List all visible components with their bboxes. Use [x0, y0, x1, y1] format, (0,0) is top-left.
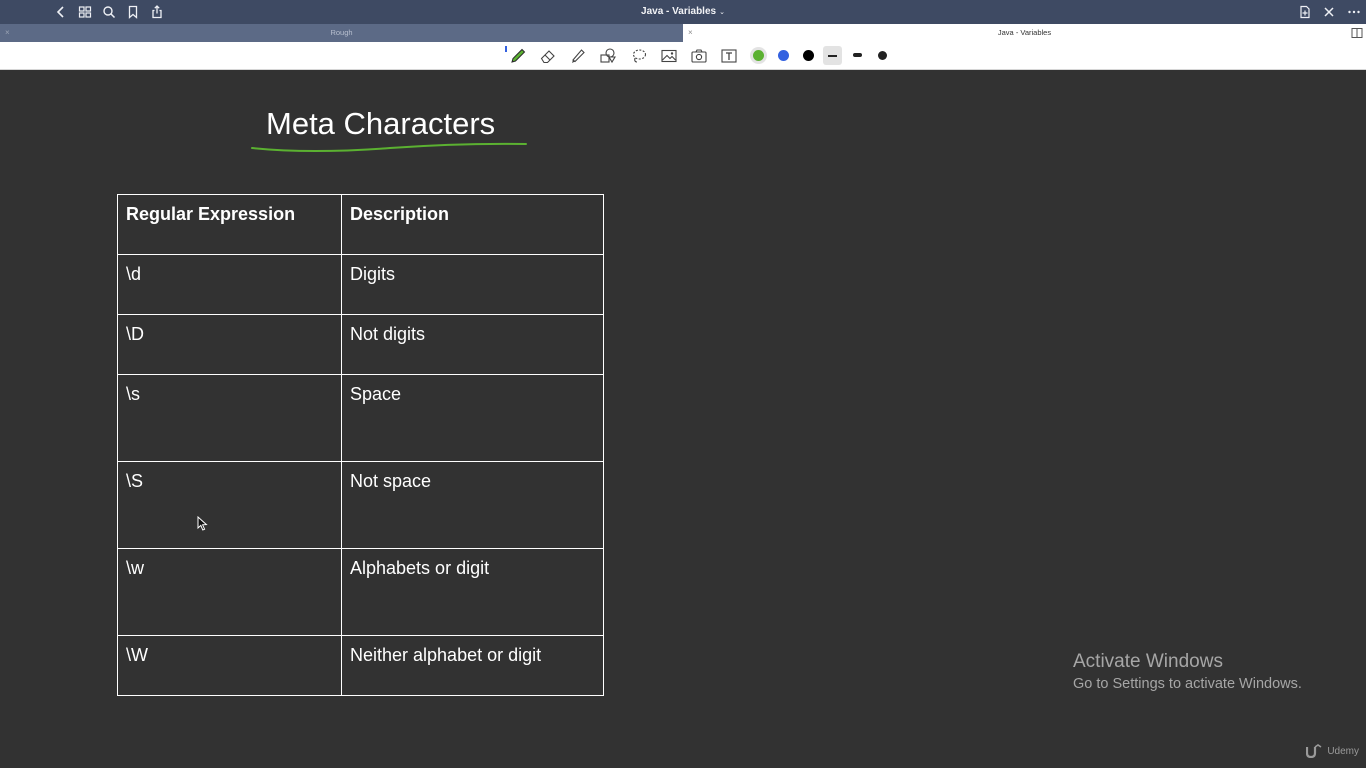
- title-dropdown-icon[interactable]: ⌄: [719, 9, 725, 16]
- color-swatch-blue[interactable]: [778, 50, 789, 61]
- tab-close-icon[interactable]: ×: [5, 24, 10, 42]
- activate-windows-watermark: Activate Windows Go to Settings to activ…: [1073, 651, 1302, 694]
- drawing-toolbar: [0, 42, 1366, 70]
- image-icon[interactable]: [658, 45, 680, 67]
- udemy-logo: Udemy: [1306, 744, 1359, 758]
- back-icon[interactable]: [53, 4, 69, 20]
- column-header-regex: Regular Expression: [117, 194, 342, 255]
- tab-rough[interactable]: × Rough: [0, 24, 683, 42]
- table-row: \W Neither alphabet or digit: [117, 635, 604, 696]
- regex-cell: \d: [117, 254, 342, 315]
- app-top-bar: Java - Variables ⌄: [0, 0, 1366, 24]
- tab-java-variables[interactable]: × Java - Variables: [683, 24, 1366, 42]
- split-view-icon[interactable]: [1351, 27, 1363, 39]
- eraser-icon[interactable]: [537, 45, 559, 67]
- stroke-medium-button[interactable]: [853, 53, 862, 57]
- tab-close-icon[interactable]: ×: [688, 24, 693, 42]
- watermark-subtitle: Go to Settings to activate Windows.: [1073, 676, 1302, 692]
- description-cell: Space: [341, 374, 604, 462]
- watermark-title: Activate Windows: [1073, 651, 1223, 672]
- search-icon[interactable]: [101, 4, 117, 20]
- description-cell: Not space: [341, 461, 604, 549]
- bookmark-icon[interactable]: [125, 4, 141, 20]
- table-header-row: Regular Expression Description: [117, 194, 604, 255]
- thumbnails-grid-icon[interactable]: [77, 4, 93, 20]
- regex-cell: \W: [117, 635, 342, 696]
- tab-label: Rough: [330, 28, 353, 37]
- regex-cell: \S: [117, 461, 342, 549]
- stroke-thick-button[interactable]: [878, 51, 887, 60]
- shapes-icon[interactable]: [597, 45, 619, 67]
- table-row: \s Space: [117, 374, 604, 462]
- page-title: Meta Characters: [266, 106, 496, 141]
- stroke-thin-icon: [828, 55, 837, 57]
- document-title-text[interactable]: Java - Variables: [641, 6, 716, 17]
- description-cell: Alphabets or digit: [341, 548, 604, 636]
- more-options-icon[interactable]: [1346, 4, 1362, 20]
- udemy-label: Udemy: [1327, 745, 1359, 757]
- table-row: \S Not space: [117, 461, 604, 549]
- stroke-thin-button[interactable]: [823, 46, 842, 65]
- share-icon[interactable]: [149, 4, 165, 20]
- document-title: Java - Variables ⌄: [0, 0, 1366, 24]
- lasso-icon[interactable]: [628, 45, 650, 67]
- column-header-description: Description: [341, 194, 604, 255]
- regex-cell: \D: [117, 314, 342, 375]
- description-cell: Not digits: [341, 314, 604, 375]
- color-swatch-green[interactable]: [753, 50, 764, 61]
- mouse-cursor-icon: [197, 516, 208, 531]
- tab-label: Java - Variables: [997, 28, 1052, 37]
- text-box-icon[interactable]: [718, 45, 740, 67]
- regex-cell: \s: [117, 374, 342, 462]
- table-row: \D Not digits: [117, 314, 604, 375]
- add-page-icon[interactable]: [1297, 4, 1313, 20]
- pen-icon[interactable]: [507, 45, 529, 67]
- title-ink-underline: [251, 142, 527, 152]
- table-row: \d Digits: [117, 254, 604, 315]
- regex-cell: \w: [117, 548, 342, 636]
- udemy-mark-icon: [1306, 744, 1322, 758]
- description-cell: Neither alphabet or digit: [341, 635, 604, 696]
- color-swatch-black[interactable]: [803, 50, 814, 61]
- tab-bar: × Rough × Java - Variables: [0, 24, 1366, 42]
- table-row: \w Alphabets or digit: [117, 548, 604, 636]
- camera-icon[interactable]: [688, 45, 710, 67]
- description-cell: Digits: [341, 254, 604, 315]
- highlighter-icon[interactable]: [567, 45, 589, 67]
- meta-characters-table: Regular Expression Description \d Digits…: [117, 194, 604, 696]
- close-icon[interactable]: [1321, 4, 1337, 20]
